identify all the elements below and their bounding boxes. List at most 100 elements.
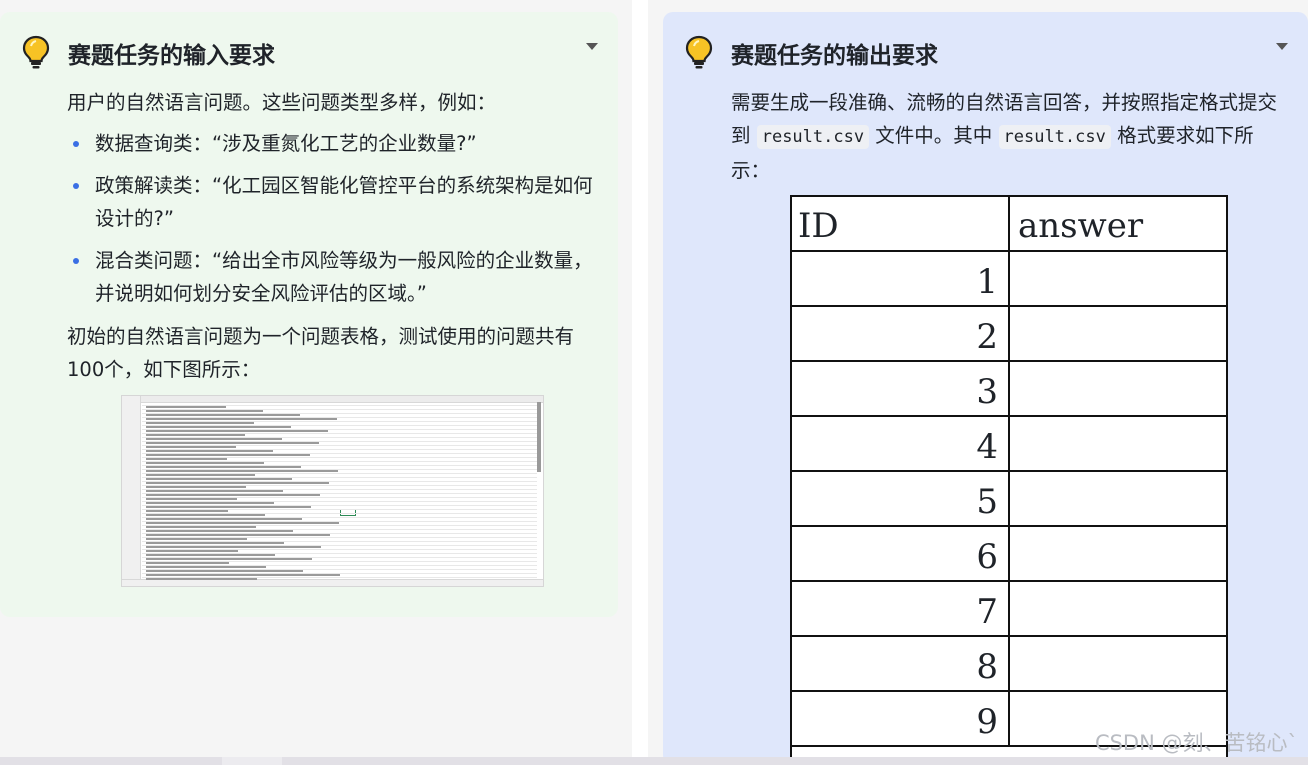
answer-cell [1010,362,1226,415]
id-cell: 7 [792,582,1010,635]
sheet-cell-text [146,498,237,500]
inline-code: result.csv [756,125,870,149]
watermark: CSDN @刻、苦铭心` [1094,731,1298,755]
sheet-cell-text [146,434,245,436]
sheet-cell-text [146,406,226,408]
id-cell: 3 [792,362,1010,415]
table-row: 8 [792,637,1226,692]
horizontal-scrollbar[interactable] [0,757,1308,765]
bullet-dot [73,258,79,264]
sheet-cell-text [146,442,319,444]
sheet-cell-text [146,574,340,576]
sheet-cell-text [146,490,283,492]
table-row: 7 [792,582,1226,637]
table-row: 1 [792,252,1226,307]
header-cell-answer: answer [1018,206,1144,246]
collapse-caret-icon[interactable] [1276,43,1288,50]
list-item-text: 政策解读类：“化工园区智能化管控平台的系统架构是如何设计的?” [95,174,593,230]
inline-code: result.csv [998,125,1111,149]
sheet-cell-text [146,566,266,568]
answer-cell [1010,252,1226,305]
sheet-cell-text [146,542,284,544]
sheet-cell-text [146,478,292,480]
sheet-cell-text [146,462,264,464]
table-row: 6 [792,527,1226,582]
card-title: 赛题任务的输入要求 [68,43,275,69]
list-item-text: 数据查询类：“涉及重氮化工艺的企业数量?” [95,132,477,155]
list-item: 政策解读类：“化工园区智能化管控平台的系统架构是如何设计的?” [67,169,602,235]
sheet-cell-text [146,414,300,416]
sheet-cell-text [146,454,310,456]
sheet-cell-text [146,410,263,412]
collapse-caret-icon[interactable] [586,43,598,50]
sheet-cell-text [146,494,320,496]
input-outro-text: 初始的自然语言问题为一个问题表格，测试使用的问题共有100个，如下图所示： [67,325,575,381]
sheet-cell-text [146,474,255,476]
sheet-cell-text [146,510,228,512]
sheet-cell-text [146,418,337,420]
result-csv-example-table: ID answer 123456789 [790,195,1228,765]
sheet-cell-text [146,506,311,508]
header-cell-id: ID [792,197,1010,250]
sheet-cell-text [146,458,227,460]
scrollbar-thumb[interactable] [222,757,282,765]
id-cell: 4 [792,417,1010,470]
sheet-cell-text [146,522,339,524]
card-header[interactable]: 赛题任务的输出要求 [683,34,1288,69]
card-header[interactable]: 赛题任务的输入要求 [20,34,598,69]
spreadsheet-preview-image[interactable] [121,395,544,587]
table-row: 5 [792,472,1226,527]
table-header-row: ID answer [792,197,1226,252]
question-type-list: 数据查询类：“涉及重氮化工艺的企业数量?” 政策解读类：“化工园区智能化管控平台… [67,127,602,319]
sheet-cell-text [146,422,254,424]
answer-cell [1010,582,1226,635]
id-cell: 1 [792,252,1010,305]
id-cell: 5 [792,472,1010,525]
id-cell: 9 [792,692,1010,745]
sheet-cell-text [146,538,247,540]
input-intro-text: 用户的自然语言问题。这些问题类型多样，例如： [67,91,497,114]
sheet-cell-text [146,546,321,548]
sheet-tab-bar [122,579,543,586]
text-segment: 文件中。其中 [875,124,993,147]
lightbulb-icon [22,35,50,69]
sheet-cell-text [146,554,275,556]
answer-cell [1010,472,1226,525]
sheet-cell-text [146,514,265,516]
answer-cell [1010,417,1226,470]
column-divider [632,0,648,765]
answer-cell [1010,527,1226,580]
sheet-cell-text [146,518,302,520]
sheet-cell-text [146,570,303,572]
id-cell: 8 [792,637,1010,690]
sheet-cell-text [146,482,329,484]
id-cell: 2 [792,307,1010,360]
sheet-cell-text [146,466,301,468]
sheet-cell-text [146,502,274,504]
lightbulb-icon [685,35,713,69]
sheet-cell-text [146,486,246,488]
table-row: 3 [792,362,1226,417]
sheet-cell-text [146,446,236,448]
sheet-header-row [122,396,543,403]
sheet-cell-text [146,534,330,536]
answer-cell [1010,637,1226,690]
card-title: 赛题任务的输出要求 [731,43,938,69]
sheet-cell-text [146,450,273,452]
id-cell: 6 [792,527,1010,580]
sheet-cell-text [146,562,229,564]
answer-cell [1010,307,1226,360]
sheet-cell-text [146,426,291,428]
sheet-cell-text [146,438,282,440]
output-intro-text: 需要生成一段准确、流畅的自然语言回答，并按照指定格式提交到 result.csv… [731,86,1291,187]
table-row: 2 [792,307,1226,362]
list-item: 混合类问题：“给出全市风险等级为一般风险的企业数量，并说明如何划分安全风险评估的… [67,244,602,310]
sheet-scrollbar [537,402,541,472]
list-item-text: 混合类问题：“给出全市风险等级为一般风险的企业数量，并说明如何划分安全风险评估的… [95,249,593,305]
sheet-cell-text [146,530,293,532]
sheet-cell-text [146,550,238,552]
bullet-dot [73,183,79,189]
bullet-dot [73,141,79,147]
list-item: 数据查询类：“涉及重氮化工艺的企业数量?” [67,127,602,160]
sheet-cell-text [146,526,256,528]
